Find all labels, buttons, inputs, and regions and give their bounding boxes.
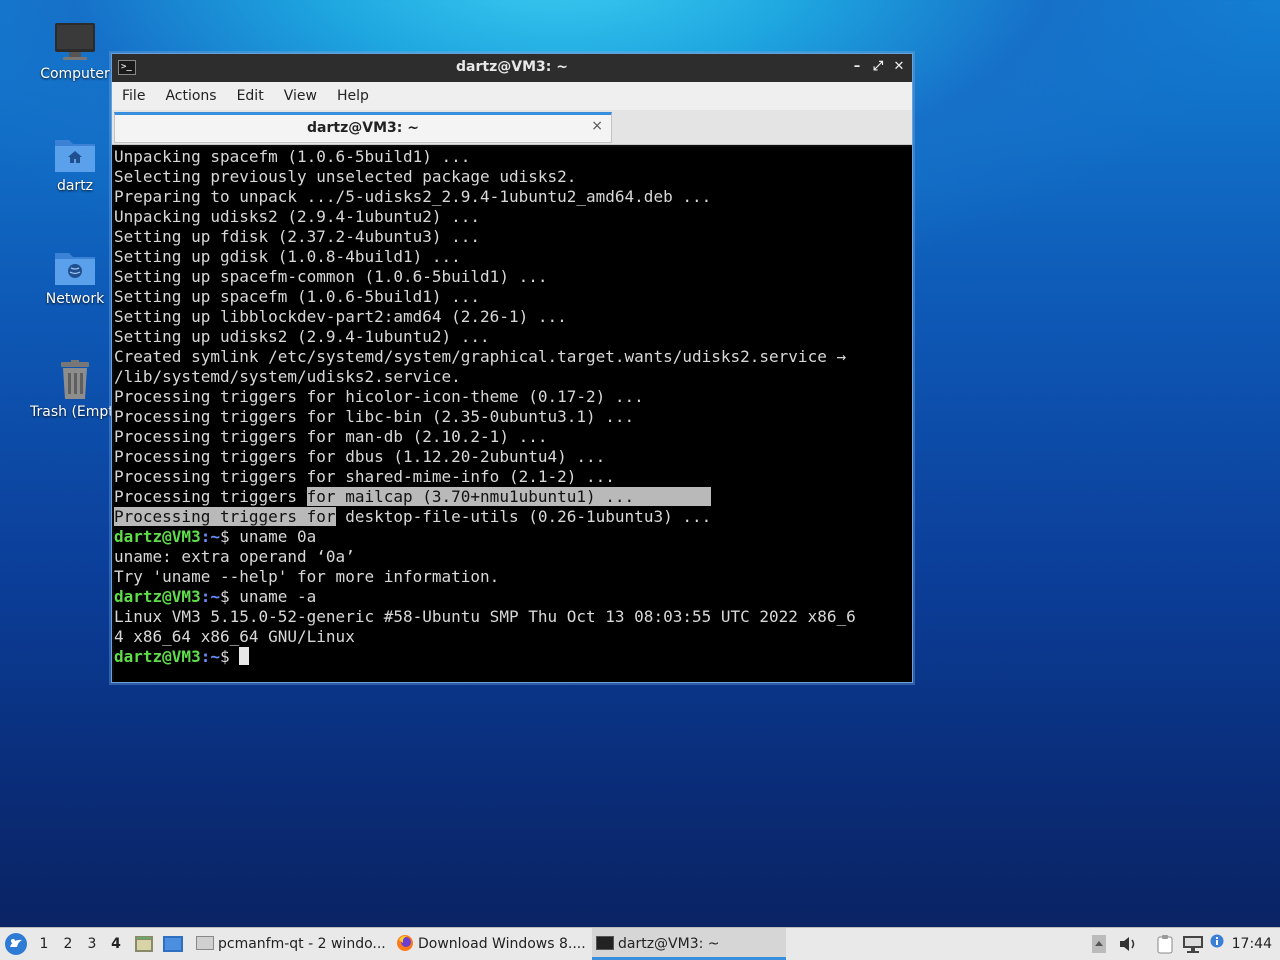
menu-view[interactable]: View [274,82,327,110]
taskbar: 1 2 3 4 pcmanfm-qt - 2 windo... Download… [0,927,1280,960]
desktop-switch-2[interactable]: 2 [58,928,78,960]
prompt-line: dartz@VM3:~$ uname 0a [114,527,912,547]
terminal-line: Linux VM3 5.15.0-52-generic #58-Ubuntu S… [114,607,856,626]
tab-bar: dartz@VM3: ~ × [112,110,912,145]
file-manager-launcher[interactable] [134,928,154,960]
prompt-sign: $ [219,527,240,546]
task-terminal[interactable]: dartz@VM3: ~ [592,928,786,960]
desktop-switch-3[interactable]: 3 [82,928,102,960]
prompt-line: dartz@VM3:~$ uname -a [114,587,912,607]
close-button[interactable]: ✕ [890,58,908,76]
terminal-window-icon [596,936,614,950]
terminal-line: Setting up fdisk (2.37.2-4ubuntu3) ... [114,227,481,246]
task-pcmanfm[interactable]: pcmanfm-qt - 2 windo... [192,928,392,960]
prompt-path: :~ [200,647,220,666]
clipboard-button[interactable] [1156,928,1176,960]
lubuntu-logo-icon [5,933,27,955]
prompt-sign: $ [219,587,240,606]
terminal-line: Setting up gdisk (1.0.8-4build1) ... [114,247,461,266]
terminal-line: Setting up libblockdev-part2:amd64 (2.26… [114,307,567,326]
volume-button[interactable] [1118,928,1138,960]
terminal-line: Setting up spacefm-common (1.0.6-5build1… [114,267,548,286]
terminal-line: Created symlink /etc/systemd/system/grap… [114,347,847,366]
terminal-line: Try 'uname --help' for more information. [114,567,500,586]
show-desktop-button[interactable] [162,928,184,960]
tab-terminal[interactable]: dartz@VM3: ~ × [114,112,612,143]
prompt-user: dartz@VM3 [114,647,201,666]
menu-help[interactable]: Help [327,82,379,110]
show-desktop-icon [163,936,183,952]
plain-text: Processing triggers [114,487,307,506]
desktop-switch-4[interactable]: 4 [106,928,126,960]
network-tray-button[interactable] [1182,928,1204,960]
text-cursor [239,647,250,665]
terminal-line: Unpacking spacefm (1.0.6-5build1) ... [114,147,471,166]
window-titlebar[interactable]: >_ dartz@VM3: ~ – ⤢ ✕ [112,54,912,82]
menu-file[interactable]: File [112,82,155,110]
command-text: uname 0a [239,527,317,546]
menu-actions[interactable]: Actions [155,82,226,110]
folder-window-icon [196,936,214,950]
desktop-switch-1[interactable]: 1 [34,928,54,960]
selected-text: Processing triggers for [114,507,336,526]
menu-edit[interactable]: Edit [227,82,274,110]
selected-text: for mailcap (3.70+nmu1ubuntu1) ... [306,487,712,506]
tray-expand-icon [1092,935,1106,953]
maximize-button[interactable]: ⤢ [869,58,887,76]
terminal-line: Processing triggers for man-db (2.10.2-1… [114,427,548,446]
tab-close-icon[interactable]: × [591,118,603,134]
prompt-user: dartz@VM3 [114,587,201,606]
desktop-icon-label: Trash (Empty) [30,404,120,420]
prompt-path: :~ [200,587,220,606]
terminal-line: Processing triggers for dbus (1.12.20-2u… [114,447,606,466]
command-text: uname -a [239,587,317,606]
tab-label: dartz@VM3: ~ [307,120,419,136]
home-folder-icon [55,140,95,172]
info-icon [1210,934,1224,948]
task-label: pcmanfm-qt - 2 windo... [218,936,386,952]
notification-button[interactable] [1210,928,1226,960]
minimize-button[interactable]: – [848,58,866,76]
taskbar-clock[interactable]: 17:44 [1232,928,1272,960]
terminal-line: Processing triggers for libc-bin (2.35-0… [114,407,635,426]
terminal-line-selected: Processing triggers for mailcap (3.70+nm… [114,487,912,507]
network-folder-icon [55,253,95,285]
terminal-window: >_ dartz@VM3: ~ – ⤢ ✕ File Actions Edit Vie… [111,53,913,683]
terminal-line: uname: extra operand ‘0a’ [114,547,355,566]
computer-icon [55,23,95,60]
start-menu-button[interactable] [4,928,30,960]
window-title: dartz@VM3: ~ [456,59,568,75]
terminal-line: Preparing to unpack .../5-udisks2_2.9.4-… [114,187,712,206]
task-firefox[interactable]: Download Windows 8.... [392,928,592,960]
terminal-line: /lib/systemd/system/udisks2.service. [114,367,461,386]
terminal-line: Processing triggers for shared-mime-info… [114,467,615,486]
menu-bar: File Actions Edit View Help [112,82,912,110]
terminal-line-selected: Processing triggers for desktop-file-uti… [114,507,912,527]
terminal-line: Unpacking udisks2 (2.9.4-1ubuntu2) ... [114,207,481,226]
firefox-icon [397,935,413,951]
plain-text: desktop-file-utils (0.26-1ubuntu3) ... [335,507,712,526]
terminal-line: Selecting previously unselected package … [114,167,577,186]
volume-icon [1120,937,1135,951]
trash-icon [61,360,89,399]
prompt-user: dartz@VM3 [114,527,201,546]
prompt-path: :~ [200,527,220,546]
prompt-sign: $ [219,647,240,666]
terminal-line: 4 x86_64 x86_64 GNU/Linux [114,627,355,646]
terminal-line: Setting up udisks2 (2.9.4-1ubuntu2) ... [114,327,490,346]
task-label: dartz@VM3: ~ [618,936,720,952]
task-label: Download Windows 8.... [418,936,586,952]
network-tray-icon [1183,936,1203,953]
terminal-output[interactable]: Unpacking spacefm (1.0.6-5build1) ... Se… [114,147,912,682]
terminal-line: Processing triggers for hicolor-icon-the… [114,387,644,406]
tray-arrow-button[interactable] [1092,928,1108,960]
clipboard-icon [1157,935,1173,954]
prompt-line-current: dartz@VM3:~$ [114,647,912,667]
file-manager-icon [135,936,153,952]
terminal-line: Setting up spacefm (1.0.6-5build1) ... [114,287,481,306]
